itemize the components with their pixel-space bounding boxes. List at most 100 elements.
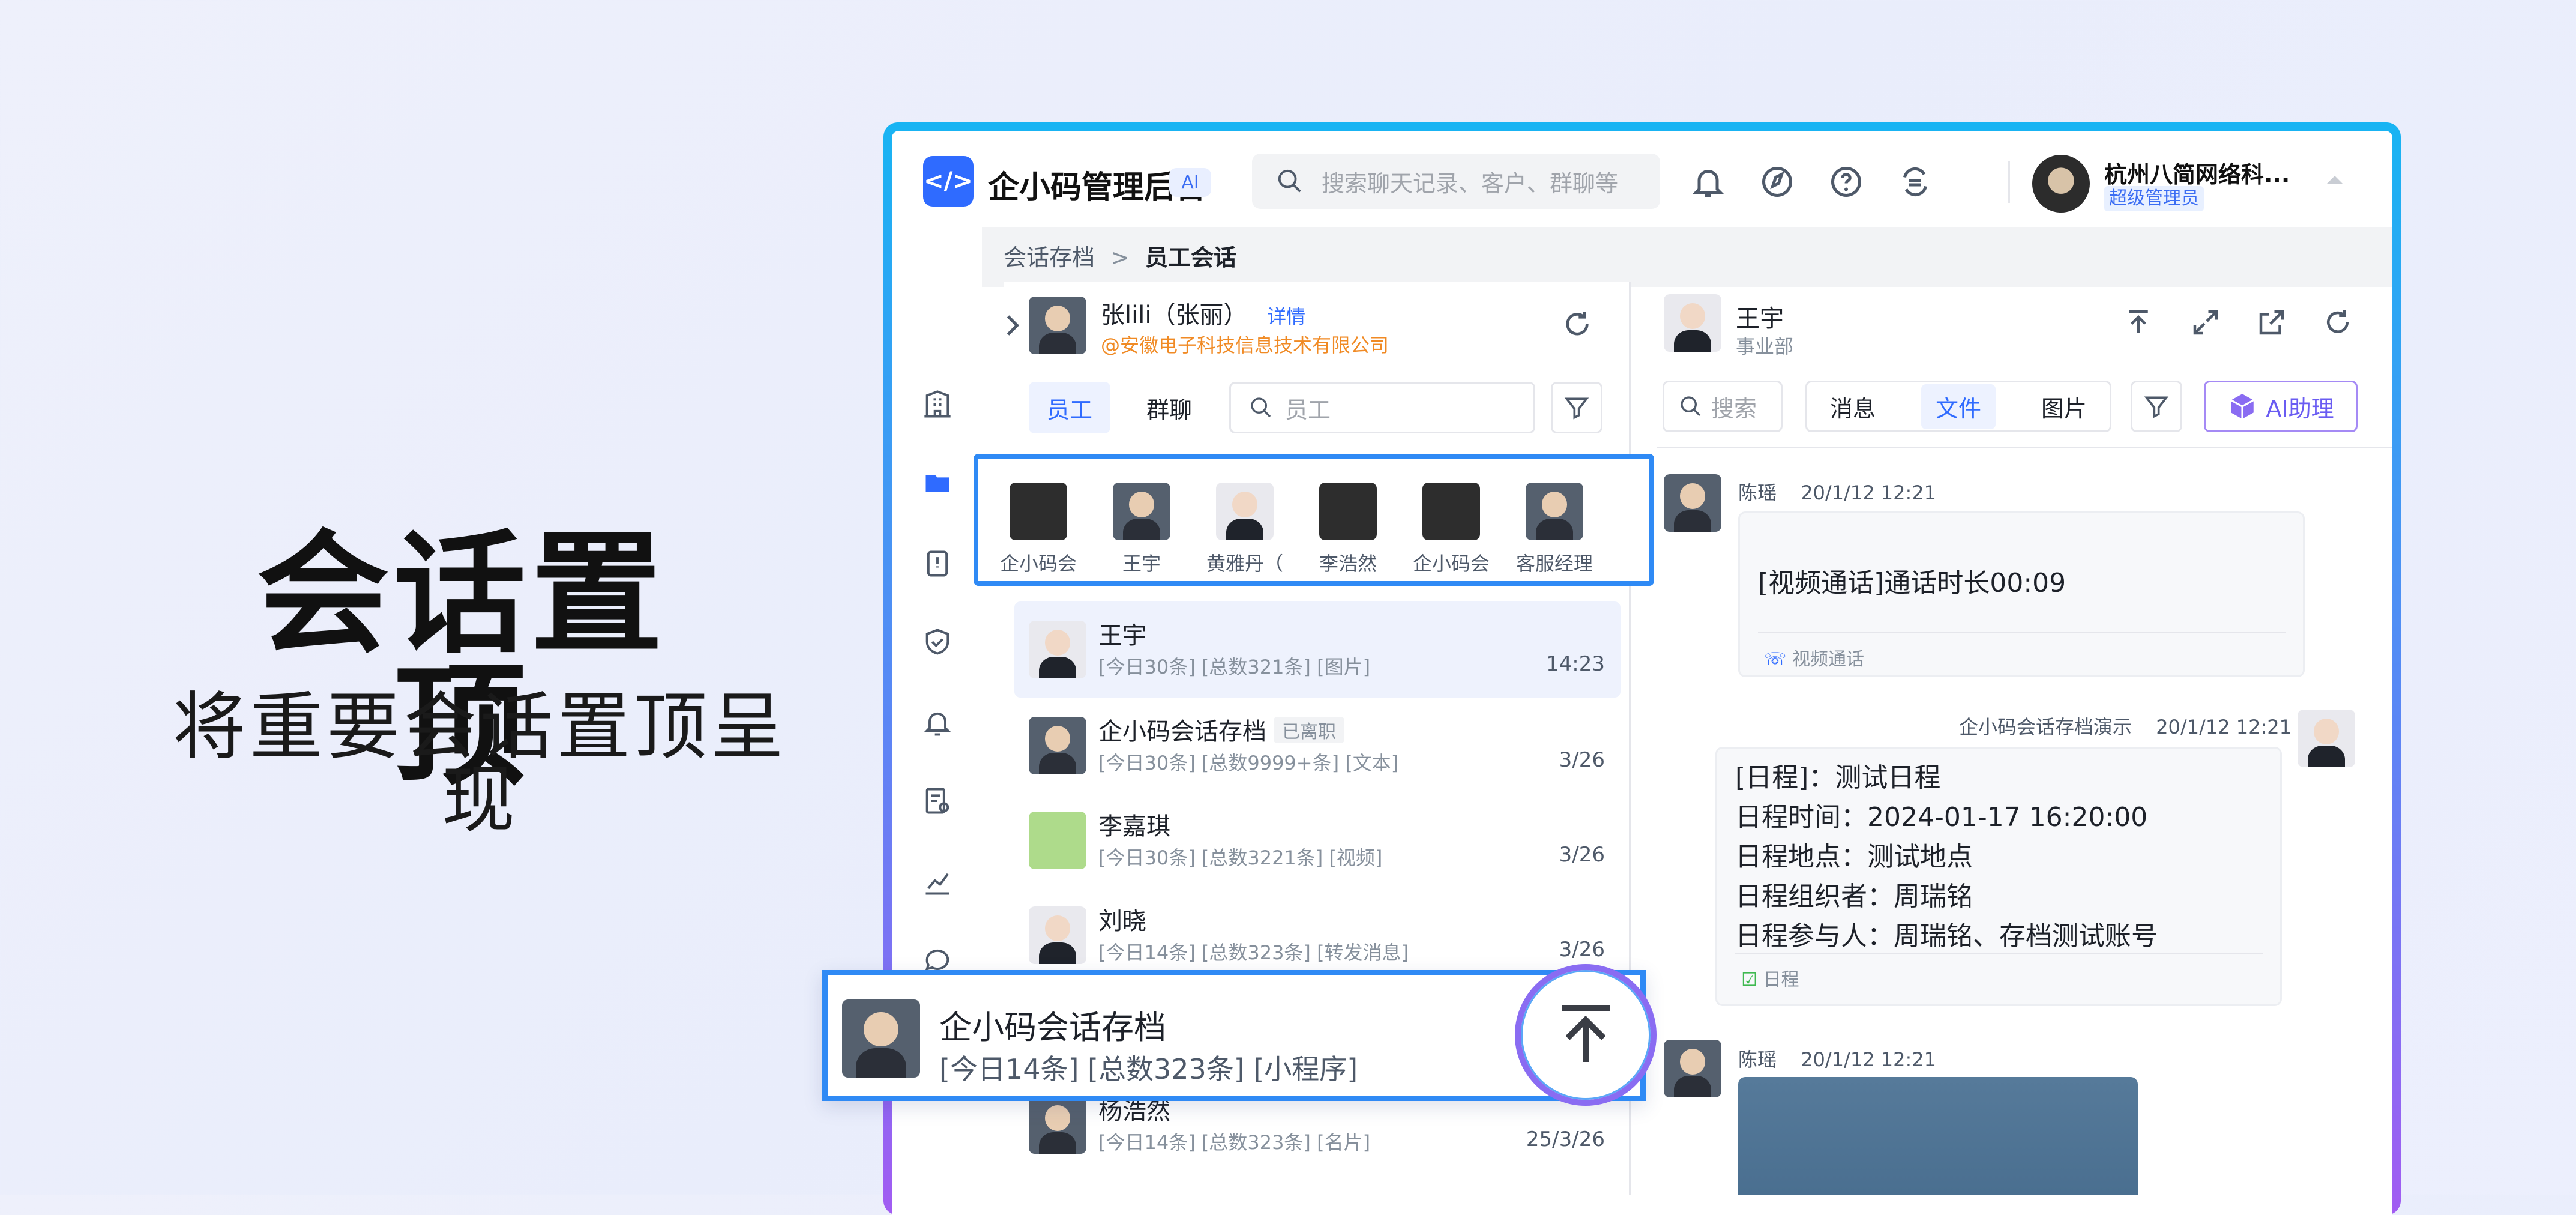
chevron-right-icon[interactable] [1004, 313, 1022, 337]
share-icon[interactable] [2256, 306, 2288, 339]
employee-name: 张lili（张丽） [1101, 301, 1248, 329]
schedule-line: [日程]：测试日程 [1735, 762, 1941, 793]
folder-icon[interactable] [922, 467, 953, 498]
help-icon[interactable] [1828, 164, 1864, 200]
compass-icon[interactable] [1759, 164, 1795, 200]
avatar [1010, 483, 1067, 540]
alarm-icon[interactable] [922, 707, 953, 738]
expand-icon[interactable] [2189, 306, 2222, 339]
conversation-meta: [今日14条] [总数323条] [转发消息] [1098, 941, 1409, 964]
message-footer-label: 日程 [1763, 969, 1799, 990]
bubble-divider [1758, 632, 2286, 633]
ai-assistant-button[interactable]: AI助理 [2204, 381, 2358, 432]
pin-top-icon[interactable] [2122, 306, 2155, 339]
employee-search-placeholder: 员工 [1285, 396, 1331, 423]
message-footer: ☏ 视频通话 [1764, 644, 1864, 671]
message-avatar [1664, 474, 1721, 532]
header-divider [2008, 161, 2010, 203]
search-icon [1278, 169, 1301, 193]
conversation-row[interactable]: 刘晓 [今日14条] [总数323条] [转发消息] 3/26 [1014, 887, 1621, 983]
switch-icon[interactable] [1897, 164, 1933, 200]
pinned-card-name: 企小码会话存档 [939, 1008, 1166, 1046]
pinned-item-label: 企小码会 [1412, 552, 1490, 575]
pinned-item-label: 黄雅丹（ [1206, 552, 1283, 575]
search-placeholder: 搜索聊天记录、客户、群聊等 [1322, 170, 1619, 197]
bubble-divider [1735, 953, 2263, 954]
refresh-icon[interactable] [1560, 307, 1594, 341]
conversation-meta: [今日30条] [总数3221条] [视频] [1098, 846, 1383, 869]
status-badge: 已离职 [1274, 717, 1344, 743]
conversation-time: 3/26 [1559, 843, 1605, 867]
pinned-item[interactable]: 黄雅丹（ [1197, 483, 1293, 576]
pinned-item[interactable]: 王宇 [1094, 483, 1190, 576]
conversation-time: 3/26 [1559, 938, 1605, 962]
refresh-icon[interactable] [2322, 306, 2354, 339]
conversation-row[interactable]: 王宇 [今日30条] [总数321条] [图片] 14:23 [1014, 601, 1621, 698]
segment-file[interactable]: 文件 [1921, 384, 1996, 429]
avatar [1113, 483, 1170, 540]
avatar [1216, 483, 1274, 540]
message-sender: 陈瑶 [1738, 1048, 1777, 1071]
conversation-name: 刘晓 [1098, 908, 1146, 935]
conversation-time: 3/26 [1559, 748, 1605, 772]
chevron-up-icon[interactable] [2326, 176, 2343, 184]
conversation-time: 14:23 [1546, 652, 1605, 676]
calendar-check-icon: ☑ [1741, 969, 1757, 990]
bell-icon[interactable] [1690, 164, 1726, 200]
message-time: 20/1/12 12:21 [1801, 481, 1936, 504]
breadcrumb-parent[interactable]: 会话存档 [1004, 244, 1095, 271]
book-icon[interactable] [922, 548, 953, 579]
shield-check-icon[interactable] [922, 626, 953, 657]
message-header: 企小码会话存档演示 20/1/12 12:21 [1959, 712, 2292, 740]
user-avatar[interactable] [2032, 155, 2090, 213]
pinned-item-label: 客服经理 [1515, 552, 1593, 575]
message-bubble[interactable]: [日程]：测试日程 日程时间：2024-01-17 16:20:00 日程地点：… [1715, 747, 2282, 1006]
message-footer: ☑ 日程 [1741, 965, 1799, 991]
filter-button[interactable] [1551, 382, 1602, 433]
message-image[interactable] [1738, 1077, 2138, 1195]
avatar [1029, 812, 1086, 869]
report-icon[interactable] [922, 785, 953, 816]
message-type-segment: 消息 文件 图片 [1805, 381, 2111, 432]
conversation-name: 企小码会话存档 [1098, 718, 1266, 746]
employee-search-input[interactable]: 员工 [1229, 382, 1535, 433]
schedule-lines: [日程]：测试日程 日程时间：2024-01-17 16:20:00 日程地点：… [1735, 758, 2158, 956]
chat-search-input[interactable]: 搜索 [1663, 381, 1783, 432]
tab-group[interactable]: 群聊 [1128, 382, 1210, 433]
pinned-item-label: 王宇 [1122, 552, 1161, 575]
breadcrumb-current: 员工会话 [1145, 244, 1237, 271]
conversation-row[interactable]: 企小码会话存档 已离职 [今日30条] [总数9999+条] [文本] 3/26 [1014, 698, 1621, 794]
employee-detail-link[interactable]: 详情 [1267, 305, 1305, 328]
pinned-item[interactable]: 企小码会 [1403, 483, 1499, 576]
chat-search-placeholder: 搜索 [1711, 395, 1757, 422]
conversation-meta: [今日30条] [总数321条] [图片] [1098, 656, 1371, 678]
phone-icon: ☏ [1764, 649, 1787, 670]
search-icon [1251, 397, 1271, 418]
pinned-item[interactable]: 客服经理 [1506, 483, 1602, 576]
ai-assistant-label: AI助理 [2266, 395, 2334, 422]
chat-filter-button[interactable] [2131, 381, 2182, 432]
segment-message[interactable]: 消息 [1830, 390, 1876, 423]
pinned-card-meta: [今日14条] [总数323条] [小程序] [939, 1053, 1358, 1085]
hero-subtitle: 将重要会话置顶呈现 [173, 684, 787, 843]
building-icon[interactable] [922, 389, 953, 420]
global-search-input[interactable]: 搜索聊天记录、客户、群聊等 [1252, 154, 1660, 209]
pin-top-icon [1562, 1005, 1610, 1062]
message-header: 陈瑶 20/1/12 12:21 [1738, 478, 1936, 505]
message-bubble[interactable]: [视频通话]通话时长00:09 ☏ 视频通话 [1738, 511, 2305, 677]
segment-image[interactable]: 图片 [2041, 390, 2087, 423]
chat-contact-name: 王宇 [1736, 305, 1784, 333]
pin-to-top-button[interactable] [1515, 964, 1657, 1106]
conversation-name: 李嘉琪 [1098, 813, 1170, 840]
pinned-item[interactable]: 李浩然 [1300, 483, 1396, 576]
pinned-item[interactable]: 企小码会 [990, 483, 1086, 576]
tab-employee[interactable]: 员工 [1029, 382, 1110, 433]
conversation-row[interactable]: 李嘉琪 [今日30条] [总数3221条] [视频] 3/26 [1014, 792, 1621, 888]
message-sender: 企小码会话存档演示 [1959, 716, 2132, 738]
pinned-item-label: 企小码会 [999, 552, 1077, 575]
ai-tag: AI [1169, 168, 1211, 197]
message-text: [视频通话]通话时长00:09 [1758, 568, 2066, 598]
message-avatar [2298, 710, 2355, 767]
chart-icon[interactable] [922, 866, 953, 897]
schedule-line: 日程时间：2024-01-17 16:20:00 [1735, 802, 2148, 833]
